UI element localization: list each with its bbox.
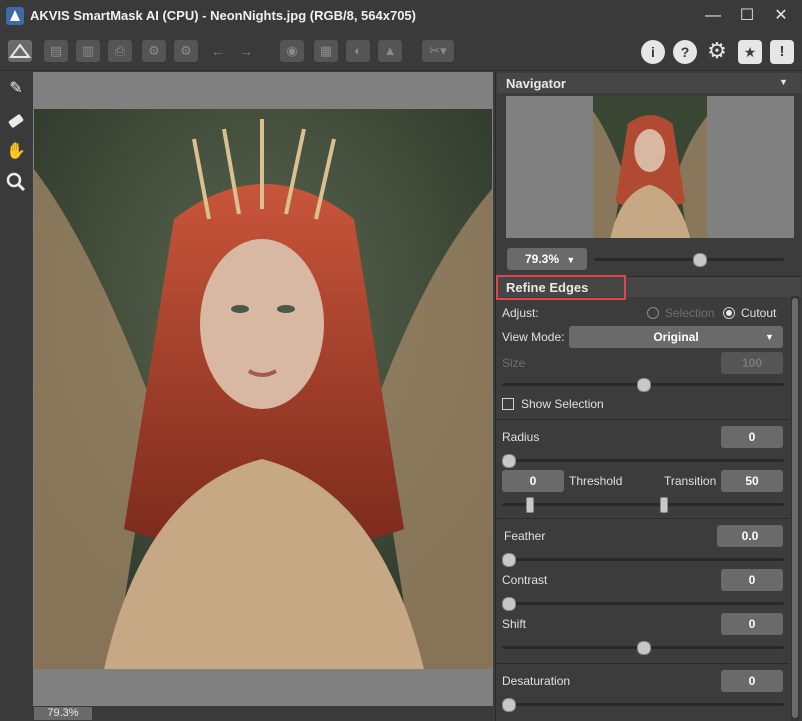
divider bbox=[497, 518, 789, 519]
feather-knob[interactable] bbox=[502, 553, 516, 567]
transition-label: Transition bbox=[664, 474, 717, 488]
contrast-value[interactable]: 0 bbox=[721, 569, 783, 591]
redo-icon[interactable]: → bbox=[236, 40, 256, 62]
threshold-value[interactable]: 0 bbox=[502, 470, 564, 492]
desaturation-knob[interactable] bbox=[502, 698, 516, 712]
navigator-zoom-value: 79.3% bbox=[525, 252, 560, 266]
shift-knob[interactable] bbox=[637, 641, 651, 655]
view-mode-value: Original bbox=[653, 330, 699, 344]
shift-value[interactable]: 0 bbox=[721, 613, 783, 635]
navigator-title: Navigator bbox=[506, 76, 566, 91]
print-icon[interactable]: ⎙ bbox=[108, 40, 132, 62]
background-icon[interactable]: ◐ bbox=[346, 40, 370, 62]
view-mode-select[interactable]: Original ▼ bbox=[569, 326, 783, 348]
zoom-icon[interactable] bbox=[4, 170, 28, 194]
navigator-header[interactable]: Navigator ▼ bbox=[497, 73, 801, 93]
radius-label: Radius bbox=[502, 430, 540, 444]
settings-icon[interactable]: ⚙ bbox=[705, 38, 729, 64]
contrast-label: Contrast bbox=[502, 573, 548, 587]
open-file-icon[interactable]: ▤ bbox=[44, 40, 68, 62]
feather-track[interactable] bbox=[502, 558, 784, 561]
contrast-track[interactable] bbox=[502, 602, 784, 605]
chevron-down-icon: ▼ bbox=[566, 255, 576, 265]
eraser-icon[interactable] bbox=[4, 108, 28, 132]
navigator-collapse-icon[interactable]: ▼ bbox=[779, 77, 788, 87]
zoom-status: 79.3% bbox=[34, 707, 92, 720]
radius-value[interactable]: 0 bbox=[721, 426, 783, 448]
show-selection-label[interactable]: Show Selection bbox=[521, 397, 604, 411]
crop-tool-icon[interactable]: ✂▾ bbox=[422, 40, 454, 62]
window-title: AKVIS SmartMask AI (CPU) - NeonNights.jp… bbox=[30, 8, 416, 23]
desaturation-track[interactable] bbox=[502, 703, 784, 706]
threshold-handle[interactable] bbox=[526, 497, 534, 513]
magic-brush-icon[interactable]: ✎ bbox=[4, 77, 28, 101]
selection-radio[interactable] bbox=[647, 307, 659, 319]
navigator-zoom-track[interactable] bbox=[594, 258, 784, 261]
ratings-icon[interactable]: ★ bbox=[738, 40, 762, 64]
panel-scrollbar-thumb[interactable] bbox=[792, 298, 798, 718]
status-bar bbox=[33, 706, 493, 721]
feedback-icon[interactable]: ! bbox=[770, 40, 794, 64]
selection-radio-label[interactable]: Selection bbox=[665, 306, 714, 320]
run-icon[interactable]: ◉ bbox=[280, 40, 304, 62]
app-home-icon[interactable] bbox=[8, 40, 32, 62]
size-value[interactable]: 100 bbox=[721, 352, 783, 374]
radius-track[interactable] bbox=[502, 459, 784, 462]
maximize-button[interactable]: ☐ bbox=[732, 4, 762, 28]
navigator-zoom-select[interactable]: 79.3% ▼ bbox=[507, 248, 587, 270]
navigator-thumbnail[interactable] bbox=[593, 96, 707, 238]
channels-icon[interactable]: ▦ bbox=[314, 40, 338, 62]
preset-save-icon[interactable]: ⚙ bbox=[174, 40, 198, 62]
close-button[interactable]: ✕ bbox=[766, 4, 796, 28]
feather-label: Feather bbox=[504, 529, 546, 543]
contrast-knob[interactable] bbox=[502, 597, 516, 611]
show-selection-checkbox[interactable] bbox=[502, 398, 514, 410]
view-mode-label: View Mode: bbox=[502, 330, 565, 344]
app-logo-icon bbox=[6, 7, 24, 25]
divider bbox=[497, 663, 789, 664]
minimize-button[interactable]: — bbox=[698, 4, 728, 28]
image-icon[interactable]: ▲ bbox=[378, 40, 402, 62]
threshold-transition-track[interactable] bbox=[502, 503, 784, 506]
image-canvas[interactable] bbox=[34, 109, 492, 669]
divider bbox=[497, 419, 789, 420]
hand-icon[interactable]: ✋ bbox=[4, 140, 28, 164]
transition-handle[interactable] bbox=[660, 497, 668, 513]
desaturation-label: Desaturation bbox=[502, 674, 571, 688]
highlight-box bbox=[496, 275, 626, 300]
cutout-radio-label[interactable]: Cutout bbox=[741, 306, 776, 320]
shift-label: Shift bbox=[502, 617, 527, 631]
info-icon[interactable]: i bbox=[641, 40, 665, 64]
help-icon[interactable]: ? bbox=[673, 40, 697, 64]
transition-value[interactable]: 50 bbox=[721, 470, 783, 492]
chevron-down-icon: ▼ bbox=[765, 332, 774, 342]
navigator-zoom-knob[interactable] bbox=[692, 253, 707, 267]
preset-load-icon[interactable]: ⚙ bbox=[142, 40, 166, 62]
feather-value[interactable]: 0.0 bbox=[717, 525, 783, 547]
size-label: Size bbox=[502, 356, 526, 370]
desaturation-value[interactable]: 0 bbox=[721, 670, 783, 692]
cutout-radio[interactable] bbox=[723, 307, 735, 319]
adjust-label: Adjust: bbox=[502, 306, 539, 320]
size-knob[interactable] bbox=[637, 378, 651, 392]
save-file-icon[interactable]: ▥ bbox=[76, 40, 100, 62]
radius-knob[interactable] bbox=[502, 454, 516, 468]
threshold-label: Threshold bbox=[569, 474, 623, 488]
undo-icon[interactable]: ← bbox=[208, 40, 228, 62]
